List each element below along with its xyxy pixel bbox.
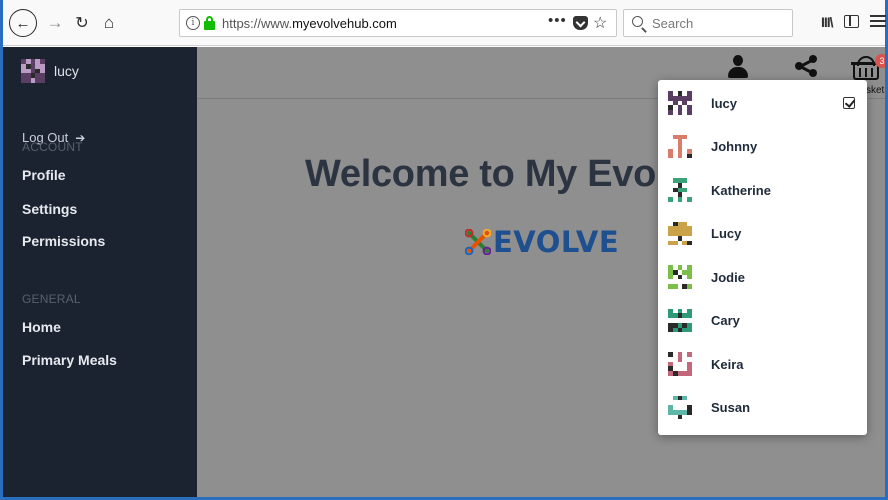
user-option-name: Susan: [711, 400, 751, 415]
home-icon[interactable]: ⌂: [98, 10, 120, 36]
welcome-heading: Welcome to My Evo: [305, 153, 657, 195]
user-option[interactable]: Lucy: [658, 214, 867, 254]
basket-label: sket: [866, 85, 885, 96]
avatar: [668, 308, 692, 333]
pocket-icon[interactable]: [573, 16, 588, 30]
avatar: [668, 395, 692, 420]
checked-checkbox-icon[interactable]: [843, 97, 855, 109]
forward-arrow-icon[interactable]: →: [45, 10, 65, 36]
browser-toolbar: ← → ↻ ⌂ i https://www.myevolvehub.com ••…: [3, 0, 886, 46]
avatar: [668, 134, 692, 159]
avatar: [668, 91, 692, 115]
user-option[interactable]: Johnny: [658, 127, 867, 167]
page-actions-icon[interactable]: •••: [548, 12, 567, 29]
sidebar-toggle-icon[interactable]: [844, 15, 859, 28]
user-option[interactable]: Katherine: [658, 170, 867, 210]
evolve-logo: EVOLVE: [464, 225, 620, 259]
user-option[interactable]: Susan: [658, 388, 867, 428]
user-option-name: Lucy: [711, 226, 742, 241]
avatar: [668, 221, 692, 246]
avatar: [21, 59, 45, 83]
brand-username: lucy: [54, 63, 79, 79]
search-icon: [632, 16, 643, 27]
evolve-logo-text: EVOLVE: [493, 225, 620, 259]
user-option-name: Jodie: [711, 269, 745, 285]
sidebar-brand[interactable]: lucy: [21, 59, 79, 83]
bookmark-star-icon[interactable]: ☆: [593, 13, 607, 33]
user-option-name: Keira: [711, 356, 744, 372]
user-option-name: Cary: [711, 313, 740, 328]
lock-icon[interactable]: [204, 16, 215, 30]
search-placeholder: Search: [652, 16, 694, 31]
address-bar[interactable]: i https://www.myevolvehub.com ••• ☆: [179, 9, 617, 37]
sidebar-item-profile[interactable]: Profile: [22, 167, 66, 183]
avatar: [668, 265, 692, 289]
user-option[interactable]: lucy: [658, 83, 867, 123]
search-input[interactable]: Search: [623, 9, 793, 37]
back-arrow-icon[interactable]: ←: [9, 9, 37, 37]
share-icon[interactable]: [794, 54, 818, 78]
user-option[interactable]: Jodie: [658, 257, 867, 297]
user-option-name: Katherine: [711, 182, 771, 198]
avatar: [668, 352, 692, 376]
sidebar: lucy Log Out ➔ ACCOUNT Profile Settings …: [3, 47, 197, 497]
user-option[interactable]: Keira: [658, 344, 867, 384]
sidebar-item-permissions[interactable]: Permissions: [22, 233, 105, 249]
section-label-account: ACCOUNT: [22, 140, 83, 154]
sidebar-item-primary-meals[interactable]: Primary Meals: [22, 352, 117, 368]
reload-icon[interactable]: ↻: [71, 10, 93, 36]
evolve-logo-mark-icon: [464, 228, 492, 256]
section-label-general: GENERAL: [22, 292, 81, 306]
user-option[interactable]: Cary: [658, 301, 867, 341]
basket-count-badge: 3: [875, 54, 885, 68]
sidebar-item-settings[interactable]: Settings: [22, 201, 77, 217]
url-text[interactable]: https://www.myevolvehub.com: [222, 16, 397, 31]
avatar: [668, 178, 692, 202]
sidebar-item-home[interactable]: Home: [22, 319, 61, 335]
library-icon[interactable]: III\: [821, 14, 834, 30]
user-option-name: Johnny: [711, 139, 758, 154]
hamburger-menu-icon[interactable]: [870, 14, 886, 28]
info-icon[interactable]: i: [186, 16, 200, 30]
user-option-name: lucy: [711, 95, 738, 111]
user-icon[interactable]: [727, 55, 749, 79]
user-switcher-dropdown: lucy Johnny Katherine Lucy Jodie Cary Keira Sus…: [658, 80, 867, 435]
